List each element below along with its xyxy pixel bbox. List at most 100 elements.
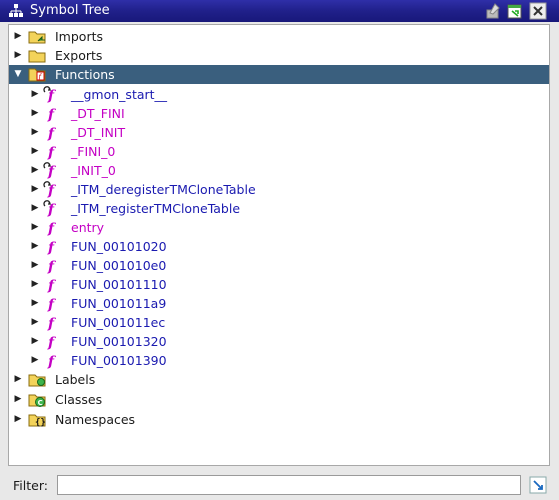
- external-function-icon: f: [43, 200, 57, 217]
- function-icon: f: [47, 297, 57, 312]
- function-item[interactable]: ▶ f FUN_001011ec: [9, 313, 549, 332]
- functions-folder-icon: f: [28, 68, 46, 82]
- function-icon: f: [47, 316, 57, 331]
- function-icon: f: [47, 221, 57, 236]
- tree-node-imports[interactable]: ▶ Imports: [9, 27, 549, 46]
- expand-arrow-icon[interactable]: ▶: [30, 142, 40, 161]
- expand-arrow-icon[interactable]: ▶: [30, 123, 40, 142]
- svg-text:f: f: [47, 297, 57, 312]
- function-label: FUN_001011a9: [71, 296, 167, 311]
- tree-node-label: Labels: [55, 372, 96, 387]
- external-function-icon: f: [43, 86, 57, 103]
- svg-text:f: f: [47, 221, 57, 236]
- function-label: FUN_00101320: [71, 334, 167, 349]
- tree-node-label: Imports: [55, 29, 103, 44]
- svg-text:f: f: [47, 240, 57, 255]
- svg-text:f: f: [47, 145, 57, 160]
- expand-arrow-icon[interactable]: ▶: [13, 410, 23, 429]
- expand-arrow-icon[interactable]: ▶: [30, 161, 40, 180]
- function-label: FUN_00101390: [71, 353, 167, 368]
- function-label: _ITM_registerTMCloneTable: [71, 201, 241, 216]
- svg-text:{}: {}: [35, 418, 46, 428]
- expand-arrow-icon[interactable]: ▶: [30, 256, 40, 275]
- function-item[interactable]: ▶ f _DT_FINI: [9, 104, 549, 123]
- expand-arrow-icon[interactable]: ▶: [30, 275, 40, 294]
- expand-arrow-icon[interactable]: ▶: [30, 313, 40, 332]
- expand-arrow-icon[interactable]: ▶: [30, 294, 40, 313]
- filter-bar: Filter:: [0, 468, 559, 500]
- tree-node-label: Functions: [55, 67, 115, 82]
- function-item[interactable]: ▶ f __gmon_start__: [9, 85, 549, 104]
- function-icon: f: [47, 259, 57, 274]
- function-icon: f: [47, 126, 57, 141]
- namespaces-folder-icon: {}: [28, 414, 46, 428]
- function-item[interactable]: ▶ f FUN_00101110: [9, 275, 549, 294]
- function-label: _INIT_0: [71, 163, 116, 178]
- close-icon[interactable]: [529, 2, 547, 20]
- svg-text:f: f: [47, 259, 57, 274]
- function-item[interactable]: ▶ f _ITM_registerTMCloneTable: [9, 199, 549, 218]
- expand-arrow-icon[interactable]: ▶: [13, 46, 23, 65]
- function-item[interactable]: ▶ f _ITM_deregisterTMCloneTable: [9, 180, 549, 199]
- expand-arrow-icon[interactable]: ▶: [30, 218, 40, 237]
- function-icon: f: [47, 107, 57, 122]
- function-label: _ITM_deregisterTMCloneTable: [71, 182, 256, 197]
- function-label: FUN_001011ec: [71, 315, 166, 330]
- expand-arrow-icon[interactable]: ▶: [30, 199, 40, 218]
- classes-folder-icon: C: [28, 394, 46, 407]
- function-icon: f: [47, 354, 57, 369]
- symbol-tree-icon: [9, 4, 23, 17]
- function-label: entry: [71, 220, 105, 235]
- filter-settings-icon[interactable]: [529, 476, 547, 494]
- imports-folder-icon: [28, 31, 46, 44]
- svg-text:C: C: [38, 399, 43, 407]
- external-function-icon: f: [43, 162, 57, 179]
- function-item[interactable]: ▶ f FUN_00101320: [9, 332, 549, 351]
- tree-node-classes[interactable]: ▶ C Classes: [9, 390, 549, 409]
- tree-node-label: Namespaces: [55, 412, 136, 427]
- expand-arrow-icon[interactable]: ▶: [30, 351, 40, 370]
- svg-text:f: f: [47, 335, 57, 350]
- expand-arrow-icon[interactable]: ▶: [30, 180, 40, 199]
- function-label: FUN_00101020: [71, 239, 167, 254]
- exports-folder-icon: [28, 50, 46, 63]
- filter-options-icon[interactable]: [484, 2, 502, 20]
- svg-text:f: f: [47, 354, 57, 369]
- svg-text:f: f: [47, 107, 57, 122]
- expand-arrow-icon[interactable]: ▶: [13, 27, 23, 46]
- tree-node-labels[interactable]: ▶ Labels: [9, 370, 549, 389]
- svg-text:f: f: [47, 278, 57, 293]
- function-label: _DT_INIT: [71, 125, 126, 140]
- function-item[interactable]: ▶ f _DT_INIT: [9, 123, 549, 142]
- function-item[interactable]: ▶ f FUN_001010e0: [9, 256, 549, 275]
- collapse-arrow-icon[interactable]: ▼: [13, 65, 23, 84]
- function-item[interactable]: ▶ f FUN_00101390: [9, 351, 549, 370]
- window-title: Symbol Tree: [30, 3, 110, 18]
- expand-arrow-icon[interactable]: ▶: [30, 85, 40, 104]
- expand-arrow-icon[interactable]: ▶: [30, 332, 40, 351]
- expand-arrow-icon[interactable]: ▶: [13, 370, 23, 389]
- function-label: _DT_FINI: [71, 106, 125, 121]
- function-item[interactable]: ▶ f FUN_00101020: [9, 237, 549, 256]
- expand-arrow-icon[interactable]: ▶: [30, 104, 40, 123]
- function-item[interactable]: ▶ f FUN_001011a9: [9, 294, 549, 313]
- function-item[interactable]: ▶ f _INIT_0: [9, 161, 549, 180]
- function-label: FUN_001010e0: [71, 258, 167, 273]
- function-label: FUN_00101110: [71, 277, 167, 292]
- expand-arrow-icon[interactable]: ▶: [30, 237, 40, 256]
- function-icon: f: [47, 145, 57, 160]
- function-item[interactable]: ▶ f _FINI_0: [9, 142, 549, 161]
- function-icon: f: [47, 240, 57, 255]
- filter-input[interactable]: [57, 475, 521, 495]
- function-item[interactable]: ▶ f entry: [9, 218, 549, 237]
- symbol-tree-panel[interactable]: ▶ Imports ▶ Exports ▼ f Functions ▶ f __gm…: [8, 24, 550, 466]
- tree-node-exports[interactable]: ▶ Exports: [9, 46, 549, 65]
- expand-arrow-icon[interactable]: ▶: [13, 390, 23, 409]
- tree-node-functions[interactable]: ▼ f Functions: [9, 65, 549, 84]
- function-icon: f: [47, 278, 57, 293]
- function-icon: f: [47, 335, 57, 350]
- filter-label: Filter:: [13, 478, 48, 493]
- tree-node-label: Classes: [55, 392, 103, 407]
- snapshot-window-icon[interactable]: [506, 2, 524, 20]
- tree-node-namespaces[interactable]: ▶ {} Namespaces: [9, 410, 549, 429]
